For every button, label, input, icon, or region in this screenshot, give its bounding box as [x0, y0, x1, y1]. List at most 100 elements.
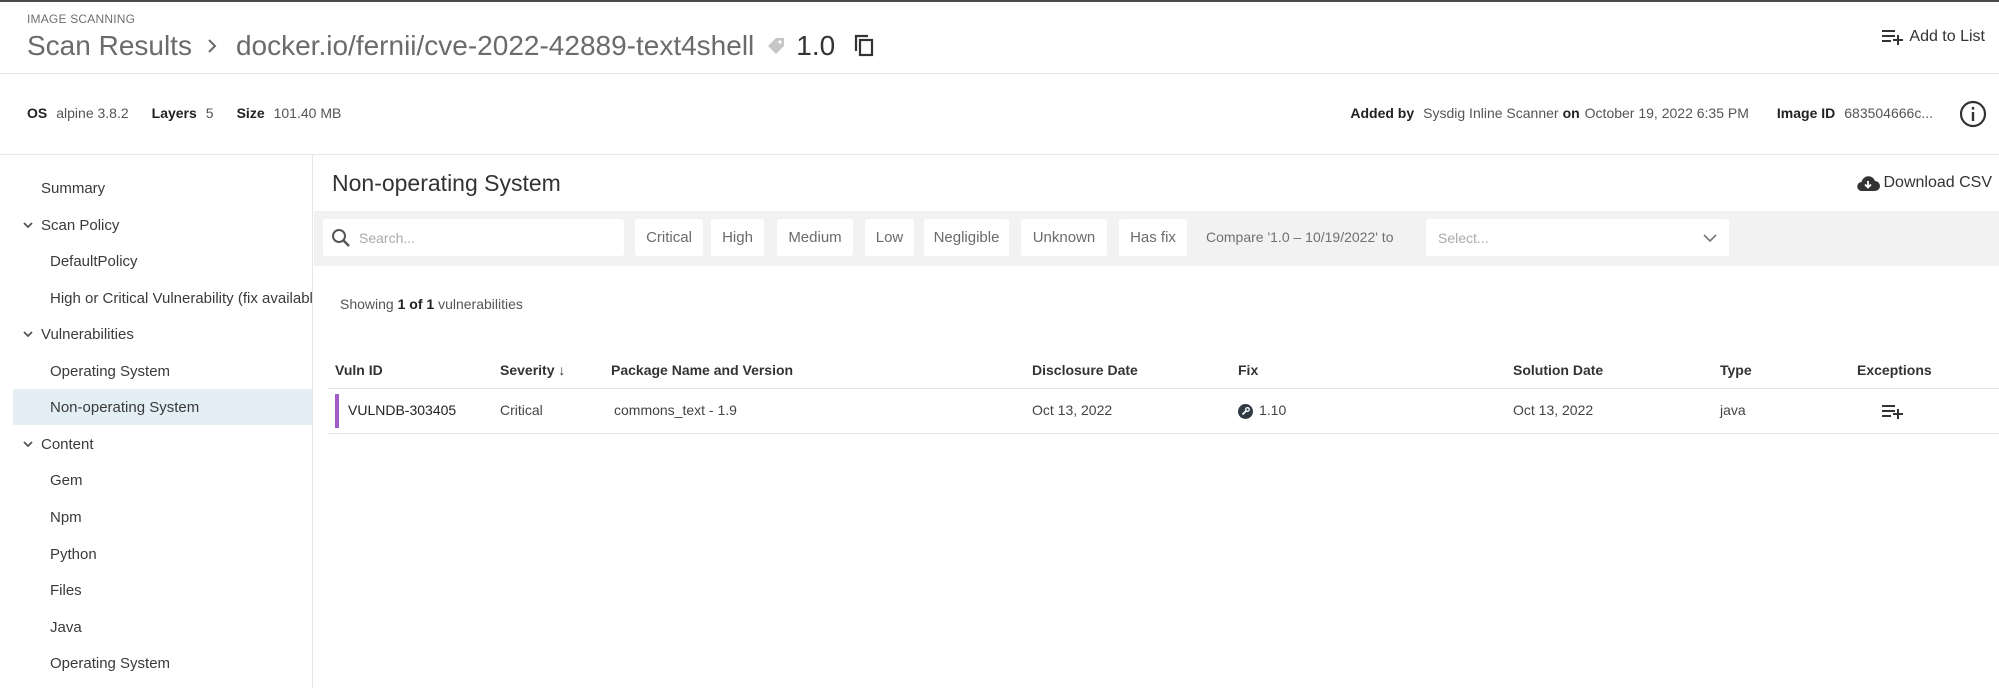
sidebar-group-vulnerabilities[interactable]: Vulnerabilities	[13, 316, 312, 352]
image-id-label: Image ID	[1776, 105, 1836, 121]
on-label: on	[1562, 105, 1580, 121]
sidebar-group-content[interactable]: Content	[13, 426, 312, 462]
column-severity[interactable]: Severity ↓	[500, 362, 565, 378]
chevron-down-icon	[23, 441, 33, 448]
sidebar-item-label: Python	[50, 545, 97, 563]
results-count-value: 1 of 1	[397, 296, 435, 312]
filter-has-fix[interactable]: Has fix	[1119, 219, 1187, 256]
search-input[interactable]	[359, 229, 619, 246]
layers-value: 5	[205, 105, 214, 121]
sidebar-item-label: Operating System	[50, 362, 171, 380]
filter-low[interactable]: Low	[865, 219, 914, 256]
image-repository: docker.io/fernii/cve-2022-42889-text4she…	[235, 30, 755, 61]
sidebar-item-label: Java	[50, 618, 82, 636]
package-cell: commons_text - 1.9	[614, 402, 737, 418]
sidebar-item-label: High or Critical Vulnerability (fix avai…	[50, 289, 313, 307]
filter-critical[interactable]: Critical	[635, 219, 703, 256]
table-header: Vuln ID Severity ↓ Package Name and Vers…	[328, 351, 1999, 389]
sidebar-edge	[0, 155, 11, 688]
search-box[interactable]	[323, 219, 624, 256]
download-csv-label: Download CSV	[1883, 174, 1993, 191]
wrench-icon	[1238, 404, 1253, 419]
size-value: 101.40 MB	[273, 105, 342, 121]
sidebar-item-high-critical-policy[interactable]: High or Critical Vulnerability (fix avai…	[13, 280, 313, 316]
table-row[interactable]: VULNDB-303405 Critical commons_text - 1.…	[328, 389, 1999, 434]
playlist-add-icon	[1882, 30, 1904, 45]
sidebar-item-label: Operating System	[50, 654, 171, 672]
section-eyebrow: IMAGE SCANNING	[27, 12, 136, 26]
column-disclosure-date[interactable]: Disclosure Date	[1032, 362, 1138, 378]
image-tag: 1.0	[796, 30, 836, 61]
image-metadata-left: OS alpine 3.8.2 Layers 5 Size 101.40 MB	[27, 105, 364, 121]
added-by-label: Added by	[1350, 105, 1415, 121]
chevron-down-icon	[1703, 233, 1717, 242]
sidebar-item-label: Summary	[41, 179, 106, 197]
compare-select[interactable]: Select...	[1426, 219, 1729, 256]
os-value: alpine 3.8.2	[56, 105, 129, 121]
copy-icon[interactable]	[853, 34, 875, 58]
added-by-value: Sysdig Inline Scanner	[1423, 105, 1559, 121]
column-type[interactable]: Type	[1720, 362, 1752, 378]
sidebar-item-gem[interactable]: Gem	[13, 462, 312, 498]
chevron-down-icon	[23, 222, 33, 229]
sidebar-item-label: Content	[41, 435, 94, 453]
main-content: Non-operating System Download CSV Critic…	[314, 155, 1999, 688]
added-on-value: October 19, 2022 6:35 PM	[1584, 105, 1749, 121]
severity-indicator	[335, 394, 339, 428]
sidebar-item-vuln-non-operating-system[interactable]: Non-operating System	[13, 389, 312, 425]
sidebar-group-scan-policy[interactable]: Scan Policy	[13, 207, 312, 243]
info-icon[interactable]	[1959, 100, 1987, 128]
filter-unknown[interactable]: Unknown	[1021, 219, 1107, 256]
add-exception-icon[interactable]	[1882, 403, 1904, 419]
chevron-down-icon	[23, 331, 33, 338]
severity-cell: Critical	[500, 402, 543, 418]
disclosure-date-cell: Oct 13, 2022	[1032, 402, 1113, 418]
sidebar-item-java[interactable]: Java	[13, 609, 312, 645]
compare-select-placeholder: Select...	[1438, 229, 1489, 246]
breadcrumb-scan-results[interactable]: Scan Results	[27, 30, 192, 62]
add-to-list-label: Add to List	[1909, 28, 1985, 45]
sidebar-item-label: Vulnerabilities	[41, 325, 134, 343]
filter-negligible[interactable]: Negligible	[924, 219, 1009, 256]
tag-icon	[768, 38, 785, 54]
column-solution-date[interactable]: Solution Date	[1513, 362, 1603, 378]
sidebar-item-default-policy[interactable]: DefaultPolicy	[13, 243, 312, 279]
results-count: Showing 1 of 1 vulnerabilities	[340, 296, 523, 312]
vuln-id-cell[interactable]: VULNDB-303405	[348, 402, 456, 418]
sidebar-item-label: DefaultPolicy	[50, 252, 138, 270]
page-title: Non-operating System	[332, 170, 561, 196]
image-metadata-bar: OS alpine 3.8.2 Layers 5 Size 101.40 MB …	[0, 74, 1999, 155]
sidebar-item-label: Npm	[50, 508, 82, 526]
sidebar-item-label: Non-operating System	[50, 398, 200, 416]
sidebar-item-python[interactable]: Python	[13, 536, 312, 572]
filter-medium[interactable]: Medium	[777, 219, 853, 256]
download-csv-button[interactable]: Download CSV	[1856, 174, 1993, 192]
sidebar-item-summary[interactable]: Summary	[13, 170, 312, 206]
fix-version-cell: 1.10	[1259, 402, 1287, 418]
sidebar-item-label: Files	[50, 581, 82, 599]
sidebar-nav: Summary Scan Policy DefaultPolicy High o…	[0, 155, 313, 688]
sidebar-item-label: Gem	[50, 471, 83, 489]
filter-high[interactable]: High	[711, 219, 764, 256]
column-fix[interactable]: Fix	[1238, 362, 1258, 378]
vulnerabilities-table: Vuln ID Severity ↓ Package Name and Vers…	[328, 351, 1999, 434]
results-count-prefix: Showing	[340, 296, 394, 312]
sidebar-item-vuln-operating-system[interactable]: Operating System	[13, 353, 312, 389]
compare-label: Compare '1.0 – 10/19/2022' to	[1206, 229, 1394, 245]
cloud-download-icon	[1856, 176, 1880, 192]
column-vuln-id[interactable]: Vuln ID	[335, 362, 383, 378]
layers-label: Layers	[151, 105, 197, 121]
solution-date-cell: Oct 13, 2022	[1513, 402, 1594, 418]
size-label: Size	[236, 105, 265, 121]
column-package[interactable]: Package Name and Version	[611, 362, 793, 378]
sidebar-item-label: Scan Policy	[41, 216, 120, 234]
sidebar-item-content-operating-system[interactable]: Operating System	[13, 645, 312, 681]
search-icon	[332, 228, 350, 247]
sidebar-item-npm[interactable]: Npm	[13, 499, 312, 535]
chevron-right-icon	[208, 39, 217, 53]
add-to-list-button[interactable]: Add to List	[1882, 28, 1985, 46]
image-metadata-right: Added by Sysdig Inline Scanner on Octobe…	[1350, 105, 1937, 121]
page-header: IMAGE SCANNING Scan Results docker.io/fe…	[0, 2, 1999, 74]
sidebar-item-files[interactable]: Files	[13, 572, 312, 608]
os-label: OS	[27, 105, 48, 121]
